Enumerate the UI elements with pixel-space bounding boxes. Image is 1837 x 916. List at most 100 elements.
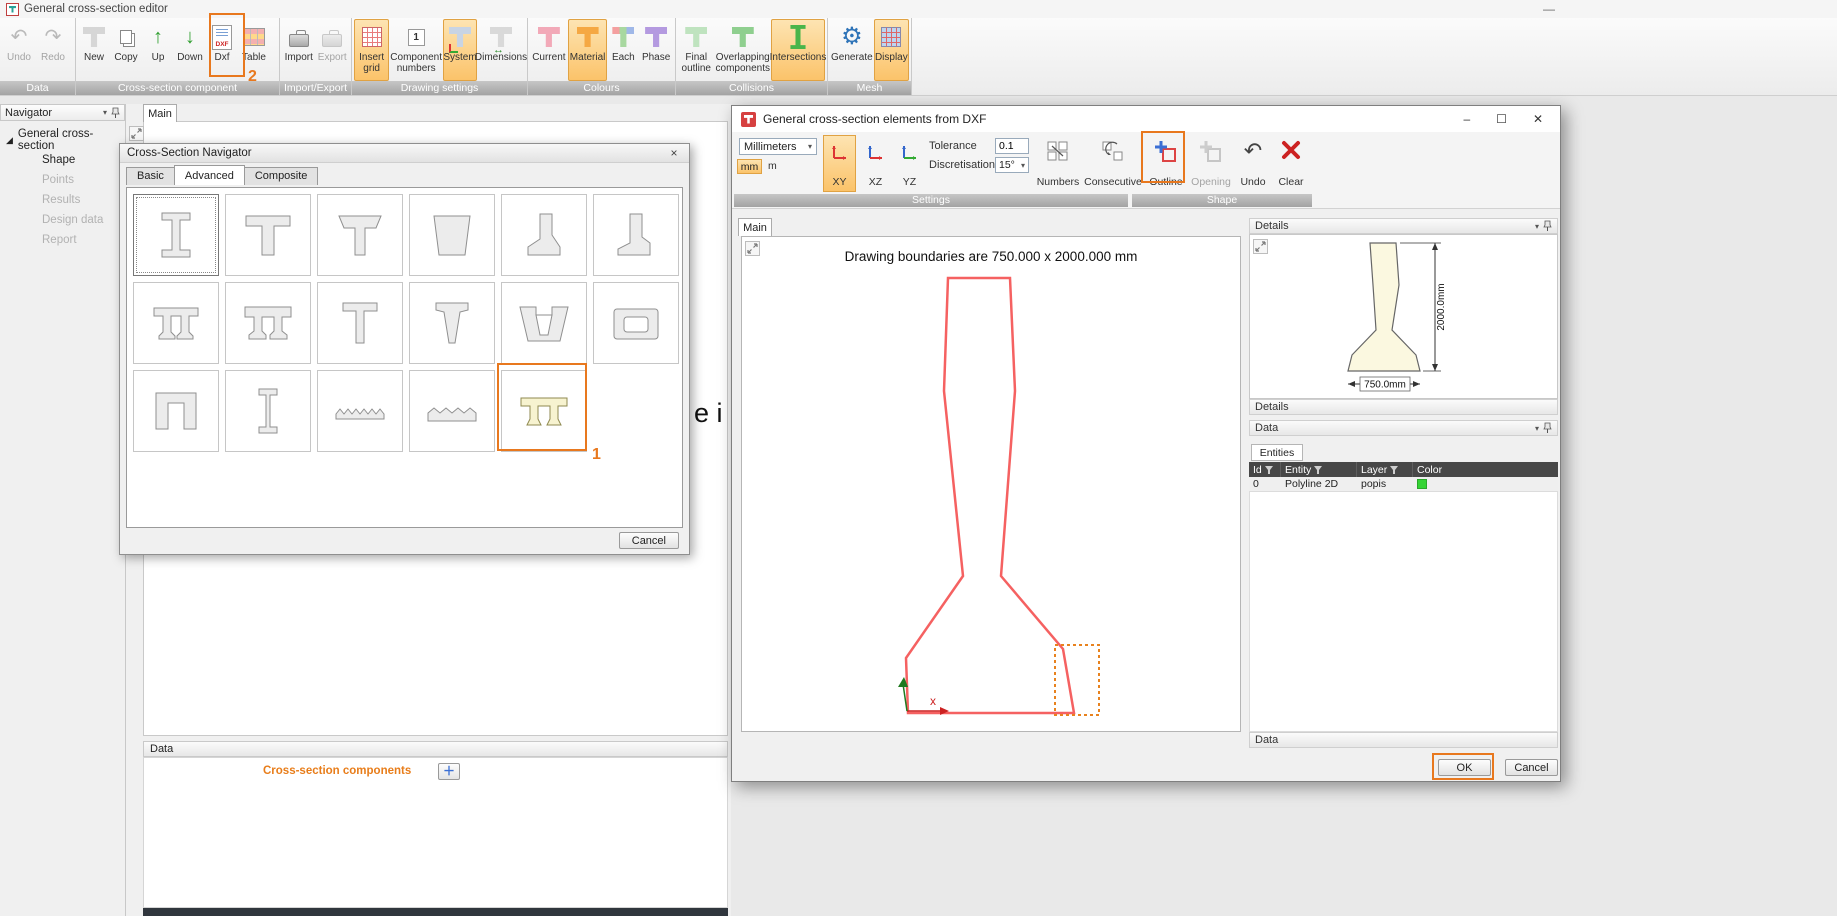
current-colour-icon [538, 22, 560, 52]
expander-icon[interactable]: ◢ [6, 135, 13, 146]
pin-icon[interactable] [111, 107, 120, 119]
opening-button[interactable]: Opening [1190, 135, 1232, 192]
ok-button[interactable]: OK [1438, 759, 1491, 776]
cancel-button[interactable]: Cancel [1505, 759, 1558, 776]
filter-icon[interactable] [1314, 466, 1322, 474]
tree-item-shape[interactable]: Shape [0, 150, 125, 170]
filter-icon[interactable] [1390, 466, 1398, 474]
overlapping-components-button[interactable]: Overlapping components [715, 19, 771, 81]
shape-narrow-i-section[interactable] [225, 370, 311, 452]
tab-main[interactable]: Main [143, 104, 177, 122]
shape-trough-section[interactable] [501, 282, 587, 364]
chevron-down-icon: ▾ [1021, 161, 1025, 170]
chevron-down-icon[interactable]: ▾ [103, 108, 107, 117]
system-button[interactable]: System [443, 19, 477, 81]
tolerance-input[interactable] [995, 138, 1029, 154]
tab-advanced[interactable]: Advanced [174, 165, 245, 185]
up-button[interactable]: ↑ Up [142, 19, 174, 81]
phase-colour-button[interactable]: Phase [639, 19, 673, 81]
close-icon[interactable]: × [666, 146, 682, 160]
dimensions-button[interactable]: ↔ Dimensions [477, 19, 525, 81]
shape-double-t-girder[interactable] [501, 370, 587, 452]
numbers-button[interactable]: Numbers [1036, 135, 1080, 192]
chevron-down-icon[interactable]: ▾ [1535, 424, 1539, 433]
pin-icon[interactable] [1543, 422, 1552, 434]
undo-icon: ↶ [11, 22, 28, 52]
dxf-canvas[interactable]: Drawing boundaries are 750.000 x 2000.00… [741, 236, 1241, 732]
plane-xz-button[interactable]: XZ [859, 135, 892, 192]
filter-icon[interactable] [1265, 466, 1273, 474]
tab-basic[interactable]: Basic [126, 167, 175, 185]
clear-button[interactable]: Clear [1274, 135, 1308, 192]
shape-double-web-deck-2[interactable] [225, 282, 311, 364]
insert-grid-button[interactable]: Insert grid [354, 19, 389, 81]
tab-main[interactable]: Main [738, 218, 772, 236]
final-outline-button[interactable]: Final outline [678, 19, 715, 81]
mm-unit-button[interactable]: mm [737, 159, 762, 174]
export-button[interactable]: Export [316, 19, 350, 81]
plane-xy-button[interactable]: XY [823, 135, 856, 192]
tree-item-results[interactable]: Results [0, 190, 125, 210]
tree-item-points[interactable]: Points [0, 170, 125, 190]
import-button[interactable]: Import [282, 19, 316, 81]
fit-view-icon[interactable] [1253, 239, 1268, 254]
redo-button[interactable]: ↷ Redo [36, 19, 70, 81]
shape-footing-section[interactable] [501, 194, 587, 276]
generate-mesh-button[interactable]: ⚙ Generate [830, 19, 874, 81]
shape-hollow-box-section[interactable] [593, 282, 679, 364]
outline-icon [1154, 140, 1178, 164]
shape-t-long-stem[interactable] [317, 282, 403, 364]
shape-corrugated-slab[interactable] [317, 370, 403, 452]
cross-section-preview: 2000.0mm 750.0mm [1250, 235, 1557, 398]
tab-composite[interactable]: Composite [244, 167, 319, 185]
shape-t-section[interactable] [225, 194, 311, 276]
pier-outline-polyline [906, 278, 1074, 713]
material-colour-button[interactable]: Material [568, 19, 608, 81]
close-icon[interactable]: ✕ [1533, 112, 1543, 126]
add-component-button[interactable]: ＋ [438, 763, 460, 780]
pin-icon[interactable] [1543, 220, 1552, 232]
shape-footing-section-2[interactable] [593, 194, 679, 276]
discretisation-dropdown[interactable]: 15° ▾ [995, 157, 1029, 173]
dxf-elements-window: General cross-section elements from DXF … [731, 105, 1561, 782]
intersections-button[interactable]: Intersections [771, 19, 825, 81]
shape-trapezoid-section[interactable] [409, 194, 495, 276]
xy-axes-icon [829, 140, 851, 162]
maximize-icon[interactable]: ☐ [1496, 112, 1507, 126]
tab-entities[interactable]: Entities [1251, 444, 1303, 461]
entity-row[interactable]: 0 Polyline 2D popis [1249, 477, 1558, 492]
display-mesh-button[interactable]: Display [874, 19, 909, 81]
shape-i-section[interactable] [133, 194, 219, 276]
annotation-number-1: 1 [592, 446, 601, 464]
shape-tapered-t-section[interactable] [317, 194, 403, 276]
down-button[interactable]: ↓ Down [174, 19, 206, 81]
tree-item-general-cross-section[interactable]: ◢ General cross-section [0, 130, 125, 150]
m-unit-label[interactable]: m [768, 160, 777, 172]
plane-yz-button[interactable]: YZ [893, 135, 926, 192]
fit-view-icon[interactable] [745, 241, 760, 256]
undo-button[interactable]: ↶ Undo [2, 19, 36, 81]
shape-wedge-t-section[interactable] [409, 282, 495, 364]
minimize-icon[interactable]: – [1463, 112, 1470, 126]
fit-view-icon[interactable] [129, 126, 144, 141]
dxf-button[interactable]: DXF Dxf [206, 19, 238, 81]
new-button[interactable]: New [78, 19, 110, 81]
data-header: Data ▾ [1249, 420, 1558, 436]
shape-corrugated-slab-2[interactable] [409, 370, 495, 452]
shape-channel-section[interactable] [133, 370, 219, 452]
minimize-icon[interactable]: — [1543, 2, 1555, 16]
outline-button[interactable]: Outline [1146, 135, 1186, 192]
copy-button[interactable]: Copy [110, 19, 142, 81]
tree-item-design-data[interactable]: Design data [0, 210, 125, 230]
each-colour-button[interactable]: Each [607, 19, 639, 81]
undo-button[interactable]: ↶ Undo [1236, 135, 1270, 192]
chevron-down-icon[interactable]: ▾ [1535, 222, 1539, 231]
shape-double-web-deck[interactable] [133, 282, 219, 364]
component-numbers-button[interactable]: 1 Component numbers [389, 19, 443, 81]
current-colour-button[interactable]: Current [530, 19, 568, 81]
units-dropdown[interactable]: Millimeters ▾ [739, 138, 817, 155]
cancel-button[interactable]: Cancel [619, 532, 679, 549]
consecutive-button[interactable]: Consecutive [1084, 135, 1142, 192]
intersections-icon [789, 22, 807, 52]
tree-item-report[interactable]: Report [0, 230, 125, 250]
